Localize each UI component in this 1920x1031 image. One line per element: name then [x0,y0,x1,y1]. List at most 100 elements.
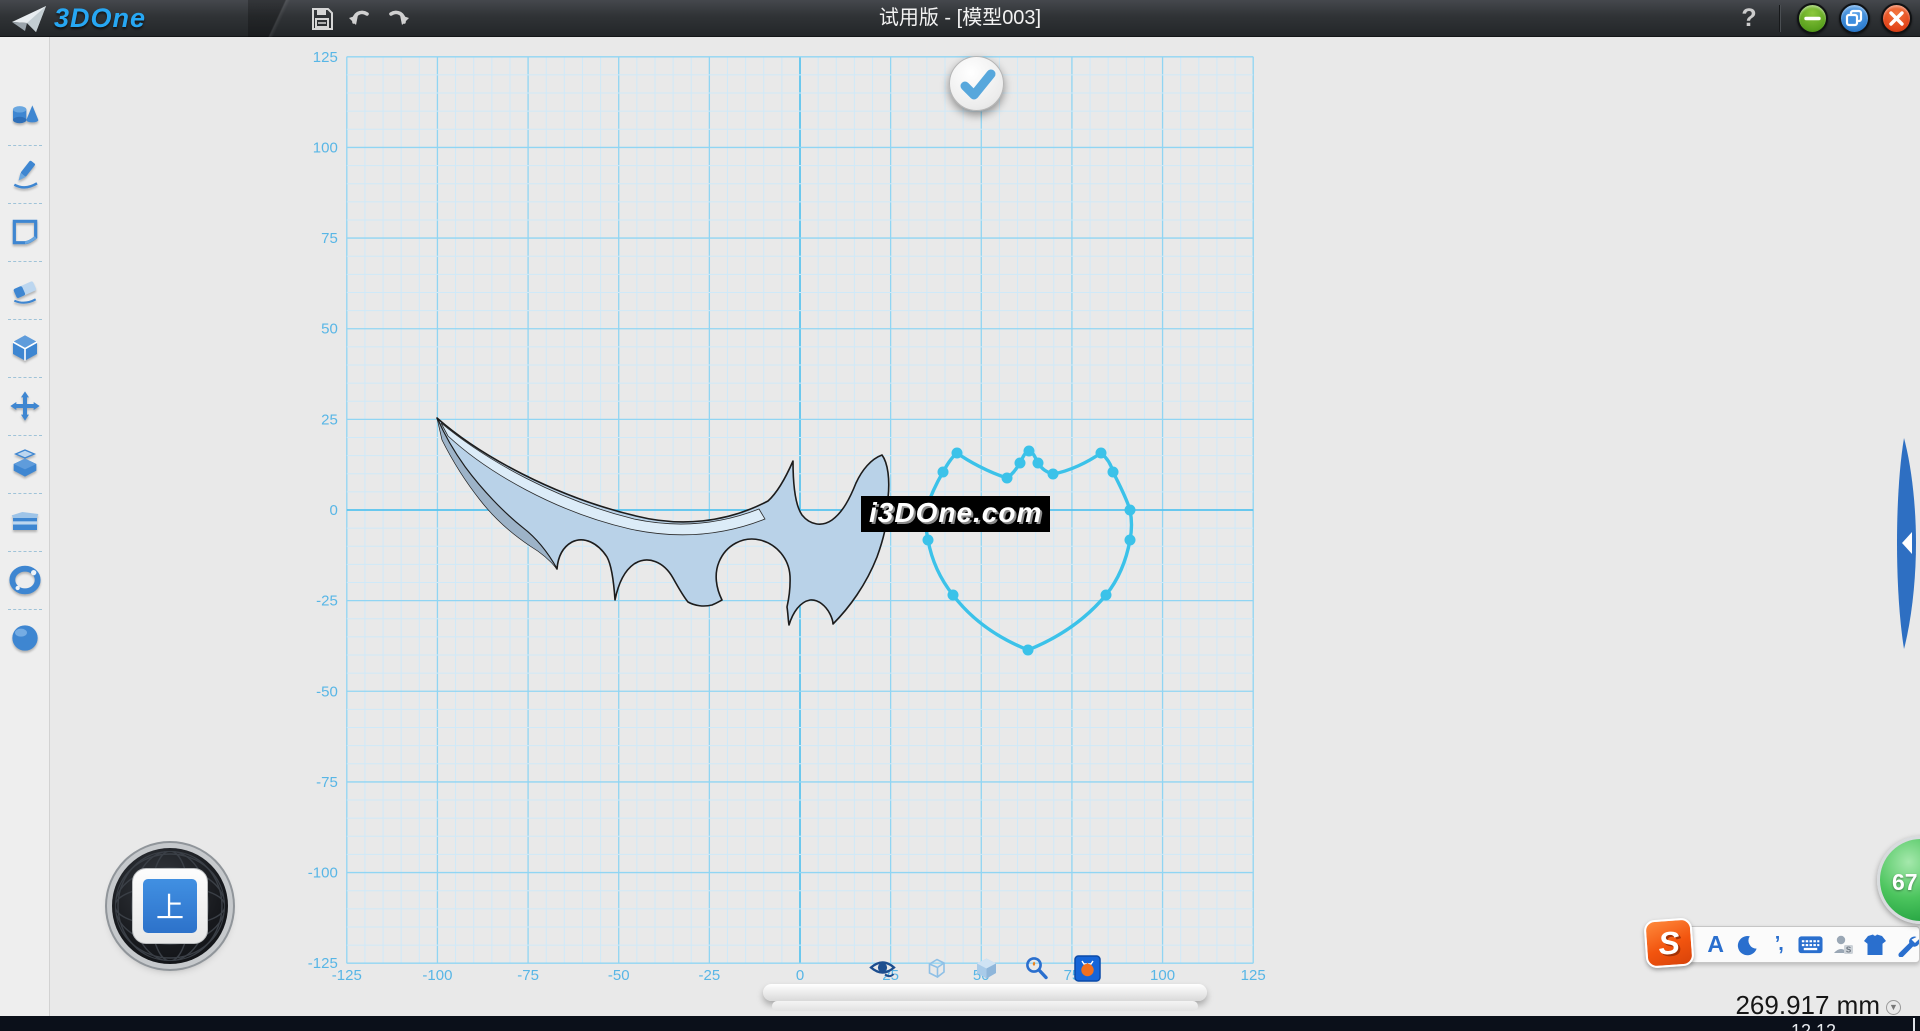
ime-logo-button[interactable]: S [1643,917,1694,968]
ime-user-button[interactable]: S [1831,932,1855,957]
svg-text:50: 50 [321,321,338,338]
display-wireframe-icon[interactable] [923,955,950,982]
redo-icon[interactable] [385,6,411,32]
toolbar-divider [8,261,42,262]
svg-text:0: 0 [329,502,337,519]
ime-soft-keyboard-button[interactable] [1798,932,1823,957]
svg-text:-75: -75 [517,967,539,984]
shield-spline-sketch[interactable] [921,446,1136,656]
view-render-active-icon[interactable] [1074,955,1101,982]
svg-text:75: 75 [321,230,338,247]
ime-skin-button[interactable] [1863,932,1887,957]
svg-text:-25: -25 [699,967,721,984]
measurement-dropdown-button[interactable]: ▼ [1886,1000,1901,1015]
erase-trim-tool[interactable] [9,274,41,306]
svg-text:-100: -100 [308,865,338,882]
spline-control-point[interactable] [1101,590,1112,601]
ime-letter-toggle-button[interactable]: A [1704,932,1727,957]
spline-control-point[interactable] [1096,448,1107,459]
visibility-eye-icon[interactable] [869,955,896,982]
view-navigation-ball[interactable]: 上 [112,848,228,964]
blade-sketch[interactable] [437,418,889,625]
sketch-draw-tool[interactable] [9,158,41,190]
toolbar-divider [8,609,42,610]
panel-collapse-tab[interactable] [1895,436,1920,651]
close-button[interactable] [1881,3,1912,34]
section-split-tool[interactable] [9,506,41,538]
watermark-text: i3DOne.com [869,497,1042,528]
spline-control-point[interactable] [1002,473,1013,484]
restore-button[interactable] [1839,3,1870,34]
left-toolbar [0,37,50,1016]
keyboard-icon [1798,935,1823,955]
spline-control-point[interactable] [1023,645,1034,656]
primitive-solids-tool[interactable] [9,100,41,132]
spline-control-point[interactable] [1108,467,1119,478]
viewcube-top-face[interactable]: 上 [132,868,208,944]
ime-toolbar: A ’, S [1687,926,1920,963]
watermark: i3DOne.com [861,496,1050,532]
svg-text:25: 25 [321,411,338,428]
wrench-icon [1895,933,1919,957]
torus-revolve-tool[interactable] [9,564,41,596]
save-icon[interactable] [309,6,335,32]
svg-text:125: 125 [313,49,338,66]
combine-boolean-tool[interactable] [9,448,41,480]
toolbar-divider [8,435,42,436]
ime-settings-button[interactable] [1895,932,1919,957]
svg-text:-50: -50 [608,967,630,984]
spline-control-point[interactable] [1125,505,1136,516]
taskbar-clock-partial: 12.12 [1791,1021,1836,1031]
titlebar-separator [1779,5,1780,32]
spline-control-point[interactable] [948,590,959,601]
app-logo: 3DOne [10,3,146,34]
svg-text:100: 100 [313,139,338,156]
toolbar-divider [8,203,42,204]
ime-moon-halfwidth-button[interactable] [1735,932,1758,957]
spline-control-point[interactable] [923,535,934,546]
minimize-button[interactable] [1797,3,1828,34]
user-icon: S [1831,933,1855,957]
svg-text:-100: -100 [422,967,452,984]
spline-control-points[interactable] [921,446,1136,656]
undo-icon[interactable] [347,6,373,32]
taskbar-divider [1913,1018,1915,1031]
spline-control-point[interactable] [938,467,949,478]
paper-plane-icon [10,4,48,34]
svg-text:-50: -50 [316,683,338,700]
svg-text:S: S [1846,945,1852,954]
svg-text:-25: -25 [316,593,338,610]
zoom-view-icon[interactable] [1023,955,1050,982]
svg-text:0: 0 [796,967,804,984]
spline-curve[interactable] [926,451,1132,650]
toolbar-divider [8,319,42,320]
view-dock-shelf-front [772,1001,1198,1011]
spline-control-point[interactable] [1024,446,1035,457]
assistant-ball-value: 67 [1892,869,1918,896]
toolbar-divider [8,551,42,552]
spline-control-point[interactable] [1033,458,1044,469]
help-button[interactable]: ? [1735,4,1763,32]
spline-control-point[interactable] [1048,469,1059,480]
close-icon [1883,5,1910,32]
display-solid-icon[interactable] [973,955,1000,982]
application-window: 1251007550250-25-50-75-100-125-125-100-7… [0,0,1920,1031]
move-transform-tool[interactable] [9,390,41,422]
sphere-render-tool[interactable] [9,622,41,654]
toolbar-divider [8,377,42,378]
taskbar-strip[interactable]: 12.12 [0,1016,1920,1031]
spline-control-point[interactable] [952,448,963,459]
confirm-check-button[interactable] [949,56,1004,111]
ime-punctuation-button[interactable]: ’, [1767,932,1790,957]
restore-icon [1841,5,1868,32]
view-dock-shelf [763,984,1207,1001]
window-title: 试用版 - [模型003] [0,0,1920,37]
spline-control-point[interactable] [1125,535,1136,546]
extrude-feature-tool[interactable] [9,332,41,364]
sketch-plane-tool[interactable] [9,216,41,248]
spline-control-point[interactable] [1015,458,1026,469]
minus-icon [1799,5,1826,32]
svg-text:-125: -125 [332,967,362,984]
ime-logo-letter: S [1657,924,1681,962]
toolbar-divider [8,145,42,146]
